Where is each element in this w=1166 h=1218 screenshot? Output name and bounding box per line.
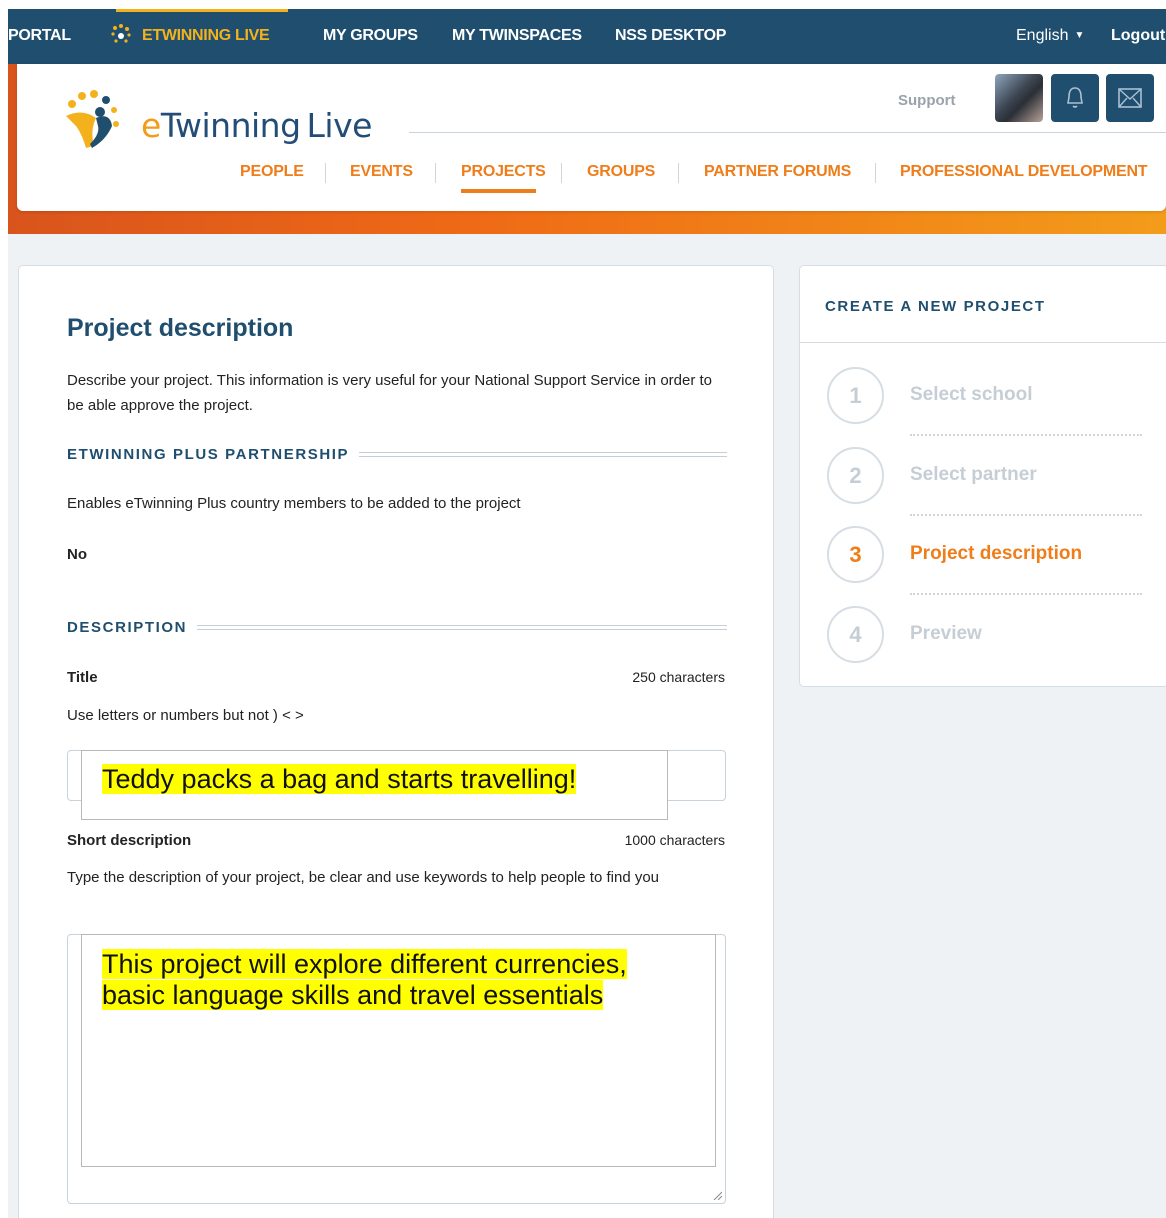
plus-description: Enables eTwinning Plus country members t… bbox=[67, 495, 521, 512]
wizard-step-2[interactable]: 2 Select partner bbox=[827, 447, 1166, 507]
chevron-down-icon: ▼ bbox=[1074, 30, 1085, 41]
wizard-title: CREATE A NEW PROJECT bbox=[825, 298, 1046, 315]
topnav-my-groups[interactable]: MY GROUPS bbox=[323, 27, 418, 45]
resize-grip-icon[interactable] bbox=[712, 1190, 722, 1200]
wizard-sidebar: CREATE A NEW PROJECT 1 Select school 2 S… bbox=[799, 265, 1166, 687]
nav-events[interactable]: EVENTS bbox=[350, 163, 413, 181]
page-title: Project description bbox=[67, 314, 294, 342]
nav-partner-forums[interactable]: PARTNER FORUMS bbox=[704, 163, 851, 181]
wizard-step-3[interactable]: 3 Project description bbox=[827, 526, 1166, 586]
step-number: 4 bbox=[827, 606, 884, 663]
messages-button[interactable] bbox=[1106, 74, 1154, 122]
step-connector bbox=[910, 514, 1142, 516]
language-label: English bbox=[1016, 27, 1069, 44]
title-value: Teddy packs a bag and starts travelling! bbox=[102, 764, 577, 794]
short-description-char-limit: 1000 characters bbox=[624, 832, 725, 848]
step-label: Select partner bbox=[910, 464, 1037, 485]
etwinning-stars-icon bbox=[111, 24, 131, 43]
logout-link[interactable]: Logout bbox=[1111, 27, 1165, 45]
nav-separator bbox=[678, 163, 679, 183]
plus-value: No bbox=[67, 546, 87, 563]
user-avatar[interactable] bbox=[995, 74, 1043, 122]
short-description-line-1: This project will explore different curr… bbox=[102, 949, 627, 979]
step-number: 2 bbox=[827, 447, 884, 504]
step-number: 1 bbox=[827, 367, 884, 424]
title-hint: Use letters or numbers but not ) < > bbox=[67, 707, 304, 724]
topnav-etwinning-live[interactable]: ETWINNING LIVE bbox=[142, 27, 270, 45]
nav-groups[interactable]: GROUPS bbox=[587, 163, 655, 181]
nav-separator bbox=[561, 163, 562, 183]
step-connector bbox=[910, 593, 1142, 595]
nav-active-underline bbox=[461, 189, 536, 193]
wizard-divider bbox=[800, 342, 1166, 343]
short-description-line-2: basic language skills and travel essenti… bbox=[102, 980, 604, 1010]
bell-icon bbox=[1067, 87, 1083, 108]
step-label: Project description bbox=[910, 543, 1083, 564]
topnav-portal[interactable]: PORTAL bbox=[8, 27, 71, 45]
title-value-overlay[interactable]: Teddy packs a bag and starts travelling! bbox=[81, 750, 668, 820]
section-heading-plus: ETWINNING PLUS PARTNERSHIP bbox=[67, 446, 727, 463]
nav-professional-development[interactable]: PROFESSIONAL DEVELOPMENT bbox=[900, 163, 1148, 181]
nav-projects[interactable]: PROJECTS bbox=[461, 163, 546, 181]
section-heading-description: DESCRIPTION bbox=[67, 619, 727, 636]
notifications-button[interactable] bbox=[1051, 74, 1099, 122]
short-description-label: Short description bbox=[67, 832, 192, 849]
etwinning-logo-icon[interactable] bbox=[52, 82, 142, 162]
top-bar: PORTAL ETWINNING LIVE MY GROUPS MY TWINS… bbox=[8, 9, 1166, 64]
wizard-step-4[interactable]: 4 Preview bbox=[827, 606, 1166, 666]
step-label: Preview bbox=[910, 623, 982, 644]
title-label: Title bbox=[67, 669, 98, 686]
project-form-card: Project description Describe your projec… bbox=[18, 265, 774, 1218]
step-number: 3 bbox=[827, 526, 884, 583]
support-link[interactable]: Support bbox=[898, 92, 956, 109]
active-indicator bbox=[116, 9, 288, 12]
nav-people[interactable]: PEOPLE bbox=[240, 163, 304, 181]
short-description-overlay[interactable]: This project will explore different curr… bbox=[81, 934, 716, 1167]
header-card: eTwinning Live Support PEOPLE EVENTS PROJ… bbox=[17, 64, 1166, 211]
topnav-my-twinspaces[interactable]: MY TWINSPACES bbox=[452, 27, 582, 45]
short-description-hint: Type the description of your project, be… bbox=[67, 869, 660, 886]
topnav-nss-desktop[interactable]: NSS DESKTOP bbox=[615, 27, 726, 45]
intro-text: Describe your project. This information … bbox=[67, 372, 713, 414]
language-select[interactable]: English ▼ bbox=[1016, 27, 1084, 45]
main-nav: PEOPLE EVENTS PROJECTS GROUPS PARTNER FO… bbox=[17, 163, 1166, 199]
step-label: Select school bbox=[910, 384, 1033, 405]
title-char-limit: 250 characters bbox=[632, 669, 725, 685]
nav-separator bbox=[435, 163, 436, 183]
envelope-icon bbox=[1118, 88, 1142, 108]
nav-separator bbox=[325, 163, 326, 183]
wizard-step-1[interactable]: 1 Select school bbox=[827, 367, 1166, 427]
step-connector bbox=[910, 434, 1142, 436]
header-divider bbox=[409, 132, 1166, 133]
page: PORTAL ETWINNING LIVE MY GROUPS MY TWINS… bbox=[8, 9, 1166, 1218]
nav-separator bbox=[875, 163, 876, 183]
logo-wordmark: eTwinning Live bbox=[141, 106, 372, 145]
